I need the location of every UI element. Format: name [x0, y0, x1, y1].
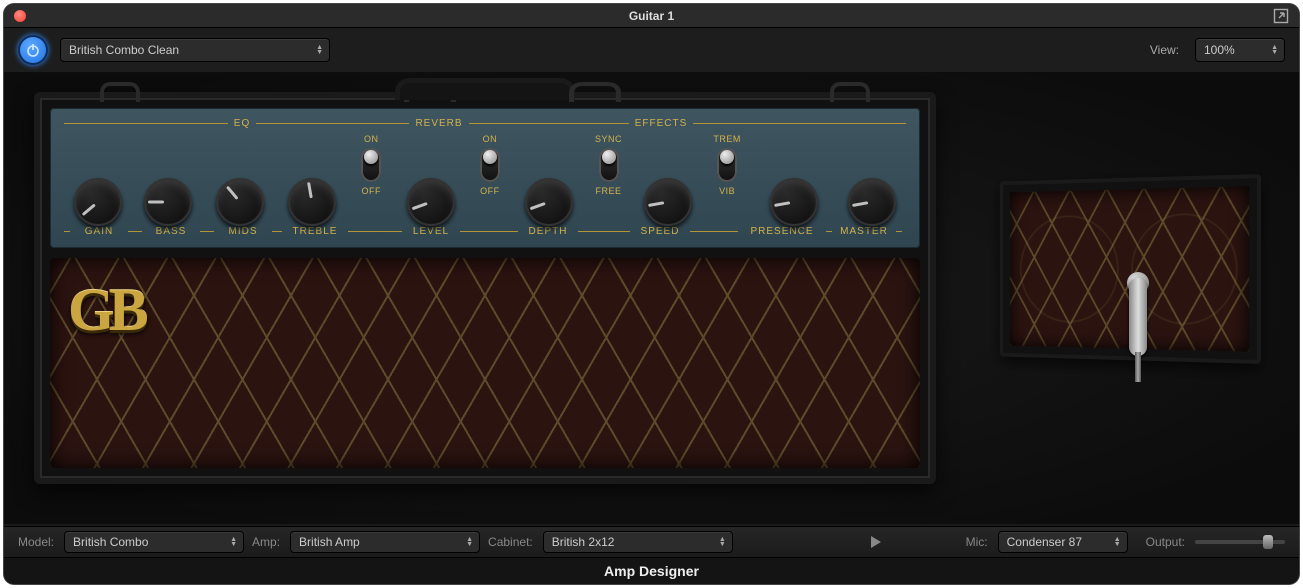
depth-label: DEPTH	[518, 226, 578, 237]
mids-knob[interactable]	[216, 178, 264, 226]
section-reverb-label: REVERB	[415, 118, 462, 129]
amp-stage: EQ REVERB EFFECTS	[4, 72, 1299, 524]
reverb-switch[interactable]	[361, 148, 381, 182]
view-zoom-select[interactable]: 100% ▲▼	[1195, 38, 1285, 62]
amp-strap	[830, 82, 870, 102]
mic-stand-icon	[1135, 352, 1141, 382]
presence-knob[interactable]	[770, 178, 818, 226]
plugin-toolbar: British Combo Clean ▲▼ View: 100% ▲▼	[4, 28, 1299, 72]
mids-label: MIDS	[214, 226, 272, 237]
master-label: MASTER	[832, 226, 896, 237]
amp-select[interactable]: British Amp ▲▼	[290, 531, 480, 553]
sync-switch-free-label: FREE	[596, 186, 622, 196]
titlebar: Guitar 1	[4, 4, 1299, 28]
chevron-updown-icon: ▲▼	[316, 45, 323, 55]
mic-body-icon	[1129, 278, 1147, 356]
amp-logo: GB	[68, 276, 143, 345]
trem-switch-trem-label: TREM	[713, 134, 741, 144]
play-button[interactable]	[871, 536, 881, 548]
preset-select[interactable]: British Combo Clean ▲▼	[60, 38, 330, 62]
effects-switch-off-label: OFF	[480, 186, 500, 196]
amp-handle	[395, 78, 575, 100]
amp-strap	[100, 82, 140, 102]
view-zoom-value: 100%	[1204, 43, 1235, 57]
mic-value: Condenser 87	[1007, 535, 1082, 549]
mic-select[interactable]: Condenser 87 ▲▼	[998, 531, 1128, 553]
amp-value: British Amp	[299, 535, 360, 549]
chevron-updown-icon: ▲▼	[1114, 537, 1121, 547]
treble-label: TREBLE	[282, 226, 348, 237]
output-label: Output:	[1146, 535, 1185, 549]
trem-switch-vib-label: VIB	[719, 186, 735, 196]
model-select[interactable]: British Combo ▲▼	[64, 531, 244, 553]
speed-knob[interactable]	[644, 178, 692, 226]
effects-switch-on-label: ON	[483, 134, 498, 144]
reverb-switch-off-label: OFF	[362, 186, 382, 196]
view-label: View:	[1150, 43, 1179, 57]
chevron-updown-icon: ▲▼	[466, 537, 473, 547]
chevron-updown-icon: ▲▼	[719, 537, 726, 547]
plugin-name-footer: Amp Designer	[4, 558, 1299, 584]
amp-strap	[569, 82, 621, 102]
sync-switch-sync-label: SYNC	[595, 134, 622, 144]
cabinet-value: British 2x12	[552, 535, 615, 549]
mic-label: Mic:	[966, 535, 988, 549]
cabinet-label: Cabinet:	[488, 535, 533, 549]
power-button[interactable]	[18, 35, 48, 65]
parameter-bar: Model: British Combo ▲▼ Amp: British Amp…	[4, 526, 1299, 558]
chevron-updown-icon: ▲▼	[1271, 45, 1278, 55]
depth-knob[interactable]	[525, 178, 573, 226]
window-title: Guitar 1	[4, 9, 1299, 23]
preset-value: British Combo Clean	[69, 43, 179, 57]
level-label: LEVEL	[402, 226, 460, 237]
treble-knob[interactable]	[288, 178, 336, 226]
presence-label: PRESENCE	[738, 226, 826, 237]
section-effects-label: EFFECTS	[635, 118, 688, 129]
amp-control-panel: EQ REVERB EFFECTS	[50, 108, 920, 248]
sync-switch[interactable]	[599, 148, 619, 182]
expand-icon[interactable]	[1273, 8, 1289, 24]
section-eq-label: EQ	[234, 118, 250, 129]
master-knob[interactable]	[848, 178, 896, 226]
reverb-switch-on-label: ON	[364, 134, 379, 144]
amp-speaker-grill: GB	[50, 258, 920, 468]
output-slider[interactable]	[1195, 540, 1285, 544]
effects-switch[interactable]	[480, 148, 500, 182]
trem-vib-switch[interactable]	[717, 148, 737, 182]
level-knob[interactable]	[407, 178, 455, 226]
model-label: Model:	[18, 535, 54, 549]
microphone[interactable]	[1125, 272, 1151, 382]
gain-knob[interactable]	[74, 178, 122, 226]
speed-label: SPEED	[630, 226, 690, 237]
bass-label: BASS	[142, 226, 200, 237]
bass-knob[interactable]	[144, 178, 192, 226]
gain-label: GAIN	[70, 226, 128, 237]
chevron-updown-icon: ▲▼	[230, 537, 237, 547]
amp-unit: EQ REVERB EFFECTS	[34, 92, 936, 484]
amp-label: Amp:	[252, 535, 280, 549]
cabinet-select[interactable]: British 2x12 ▲▼	[543, 531, 733, 553]
model-value: British Combo	[73, 535, 148, 549]
